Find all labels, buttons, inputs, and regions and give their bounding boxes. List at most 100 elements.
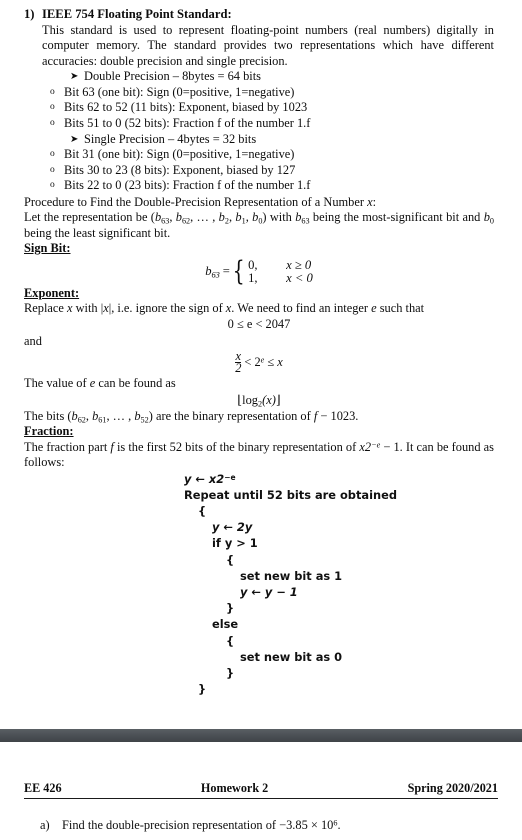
sign-bit-equals: = — [222, 264, 230, 279]
list-item: o Bit 31 (one bit): Sign (0=positive, 1=… — [50, 147, 494, 163]
exponent-heading: Exponent: — [24, 285, 80, 300]
precision-list-double: ➤ Double Precision – 8bytes = 64 bits — [24, 69, 494, 85]
sub-question-text-post: . — [337, 818, 341, 832]
section-heading: 1) IEEE 754 Floating Point Standard: — [24, 6, 494, 22]
exp-text-e: such that — [376, 301, 425, 316]
exponent-fraction-equation: x 2 < 2e ≤ x — [24, 350, 494, 375]
procedure-heading-text: Procedure to Find the Double-Precision R… — [24, 194, 364, 209]
circle-bullet-icon: o — [50, 180, 55, 191]
sub-question-text-pre: Find the double-precision representation… — [62, 818, 334, 832]
pseudocode-block: y ← x2−e Repeat until 52 bits are obtaine… — [24, 471, 494, 698]
double-bit-1: Bits 62 to 52 (11 bits): Exponent, biase… — [64, 100, 308, 115]
frac-text-1: The fraction part — [24, 439, 111, 454]
and-word: and — [24, 334, 42, 349]
fraction-paragraph: The fraction part f is the first 52 bits… — [24, 440, 494, 471]
bits-s3: 52 — [140, 415, 149, 425]
sign-bit-equation: b63 = { 0, x ≥ 0 1, x < 0 — [24, 257, 494, 285]
sign-bit-heading: Sign Bit: — [24, 241, 71, 256]
frac-text-2: is the first 52 bits of the binary repre… — [113, 439, 360, 454]
case1-value: 0, — [248, 257, 258, 272]
exp-text-b: with | — [72, 301, 104, 316]
double-bit-0: Bit 63 (one bit): Sign (0=positive, 1=ne… — [64, 84, 295, 99]
pseudocode-line: { — [184, 552, 494, 568]
bits-text-1: The bits ( — [24, 408, 72, 423]
single-bit-2: Bits 22 to 0 (23 bits): Fraction f of th… — [64, 178, 311, 193]
log-text: log — [242, 393, 258, 408]
frac-expr: x2 — [359, 439, 372, 454]
rep-text-1: Let the representation be ( — [24, 210, 155, 225]
exp-text-a: Replace — [24, 301, 67, 316]
rep-text-3: being the most-significant bit and — [309, 210, 484, 225]
list-item-double-precision: ➤ Double Precision – 8bytes = 64 bits — [70, 69, 494, 85]
list-item: o Bits 51 to 0 (52 bits): Fraction f of … — [50, 116, 494, 132]
pseudocode-text: set new bit as 1 — [240, 568, 343, 583]
pseudocode-line: { — [184, 503, 494, 519]
pseudocode-text: else — [212, 617, 239, 632]
circle-bullet-icon: o — [50, 164, 55, 175]
sign-bit-lhs: b63 — [205, 264, 223, 279]
procedure-heading-colon: : — [372, 194, 377, 209]
arrow-bullet-icon: ➤ — [70, 133, 79, 145]
single-precision-label: Single Precision – 4bytes = 32 bits — [84, 131, 257, 146]
section-title: IEEE 754 Floating Point Standard: — [42, 7, 232, 21]
intro-block: This standard is used to represent float… — [24, 23, 494, 69]
pseudocode-text: y ← 2y — [212, 520, 253, 535]
sub-question-label: a) — [40, 818, 50, 832]
fraction-heading: Fraction: — [24, 424, 74, 439]
pseudocode-line: if y > 1 — [184, 535, 494, 551]
intro-paragraph: This standard is used to represent float… — [42, 23, 494, 68]
bits-sep2: , … , — [106, 408, 135, 423]
pseudocode-text: y ← y − 1 — [240, 585, 298, 600]
double-bit-2: Bits 51 to 0 (52 bits): Fraction f of th… — [64, 116, 311, 130]
sign-bit-cases: 0, x ≥ 0 1, x < 0 — [248, 257, 313, 285]
course-code: EE 426 — [24, 781, 62, 795]
section-number: 1) — [24, 7, 35, 21]
exponent-range-equation: 0 ≤ e < 2047 — [227, 316, 291, 331]
single-bit-list: o Bit 31 (one bit): Sign (0=positive, 1=… — [24, 147, 494, 194]
fraction-x-over-2: x 2 — [235, 350, 242, 375]
exp-text-c: |, i.e. ignore the sign of — [108, 301, 226, 316]
pseudocode-text: { — [226, 633, 235, 648]
page-break-separator — [0, 729, 522, 742]
pseudocode-text: } — [198, 682, 207, 697]
pseudocode-text: } — [226, 666, 235, 681]
rep-sep2: , … , — [190, 210, 219, 225]
list-item-single-precision: ➤ Single Precision – 4bytes = 32 bits — [70, 131, 494, 148]
bits-s1: 62 — [77, 415, 86, 425]
precision-list-single: ➤ Single Precision – 4bytes = 32 bits — [24, 132, 494, 148]
floor-close-bracket: ⌋ — [275, 393, 281, 408]
sign-bit-case-1: 0, x ≥ 0 — [248, 257, 313, 272]
pseudocode-text: { — [198, 504, 207, 518]
exp-text-d: . We need to find an integer — [231, 301, 372, 316]
pseudocode-text: set new bit as 0 — [240, 649, 343, 664]
rep-text-4: being the least significant bit. — [24, 225, 171, 240]
document-page: 1) IEEE 754 Floating Point Standard: Thi… — [0, 0, 522, 840]
pseudocode-line: set new bit as 1 — [184, 568, 494, 584]
circle-bullet-icon: o — [50, 102, 55, 113]
pseudocode-text: y ← x2 — [184, 471, 225, 486]
pseudocode-line: y ← y − 1 — [184, 584, 494, 600]
case1-condition: x ≥ 0 — [286, 257, 312, 272]
pseudocode-text: { — [226, 552, 235, 567]
sheet-header: EE 426 Homework 2 Spring 2020/2021 — [24, 781, 498, 799]
value-of-e-line: The value of e can be found as — [24, 376, 494, 391]
pseudocode-text: } — [226, 601, 235, 616]
case2-condition: x < 0 — [286, 270, 313, 285]
exponent-bits-line: The bits (b62, b61, … , b52) are the bin… — [24, 409, 494, 424]
rep-text-2: ) with — [262, 210, 296, 225]
circle-bullet-icon: o — [50, 86, 55, 97]
fraction-denominator: 2 — [235, 360, 242, 375]
value-line-post: can be found as — [95, 375, 176, 390]
procedure-heading: Procedure to Find the Double-Precision R… — [24, 195, 494, 210]
pseudocode-line: else — [184, 616, 494, 632]
rep-s6: 63 — [301, 216, 310, 226]
pseudocode-line: } — [184, 665, 494, 681]
pseudocode-line: { — [184, 633, 494, 649]
rep-s2: 62 — [181, 216, 191, 226]
sub-question-a: a) Find the double-precision representat… — [24, 818, 498, 834]
single-bit-0: Bit 31 (one bit): Sign (0=positive, 1=ne… — [64, 147, 295, 162]
list-item: o Bit 63 (one bit): Sign (0=positive, 1=… — [50, 84, 494, 101]
single-bit-1: Bits 30 to 23 (8 bits): Exponent, biased… — [64, 162, 296, 177]
fraction-rhs: < 2e ≤ x — [244, 355, 282, 370]
sign-bit-sub: 63 — [211, 270, 220, 280]
